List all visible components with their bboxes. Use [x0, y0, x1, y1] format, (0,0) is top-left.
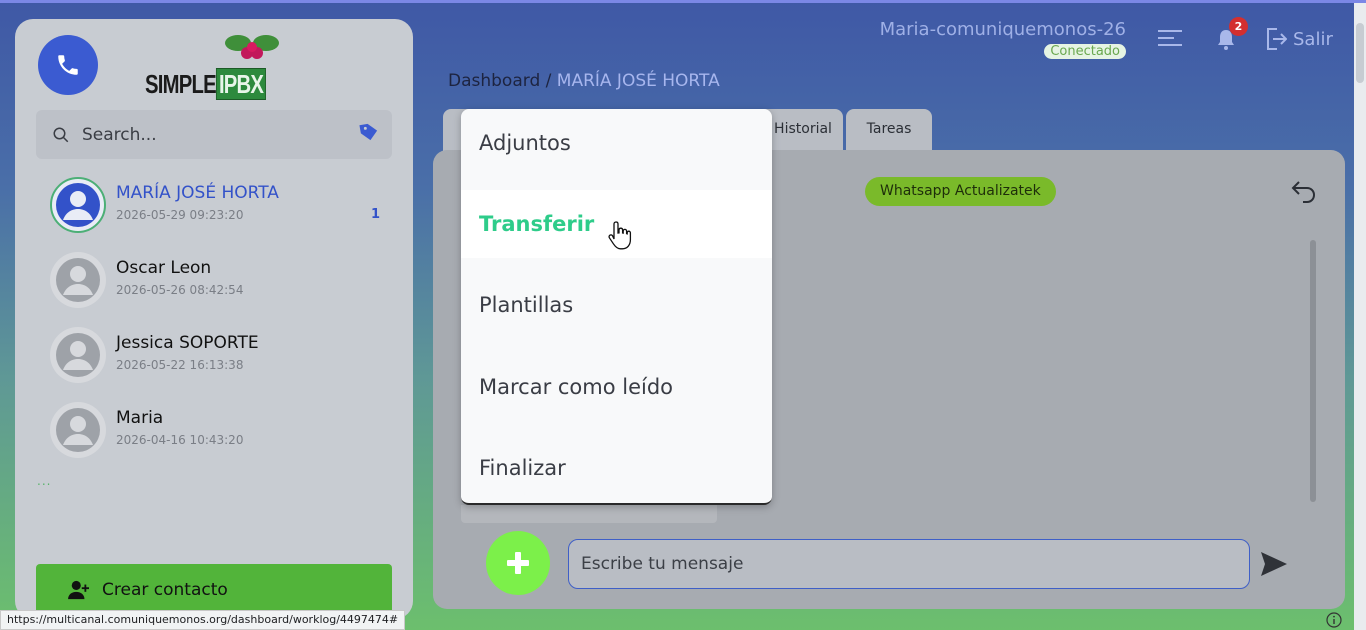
- status-badge: Conectado: [1044, 44, 1126, 59]
- user-avatar-icon: [56, 183, 100, 227]
- user-plus-icon: [68, 580, 89, 600]
- contact-datetime: 2026-05-22 16:13:38: [116, 358, 244, 372]
- user-info: Maria-comuniquemonos-26 Conectado: [880, 19, 1126, 59]
- tab-tareas[interactable]: Tareas: [846, 109, 932, 151]
- raspberry-leaf-icon: [225, 35, 279, 59]
- menu-item-marcar-leido[interactable]: Marcar como leído: [461, 353, 772, 421]
- search-input[interactable]: Search...: [36, 110, 392, 159]
- send-icon[interactable]: [1260, 551, 1288, 577]
- notification-badge: 2: [1229, 17, 1248, 36]
- create-contact-button[interactable]: Crear contacto: [36, 564, 392, 616]
- search-placeholder: Search...: [82, 124, 157, 145]
- contact-name: Oscar Leon: [116, 258, 212, 278]
- user-avatar-icon: [56, 333, 100, 377]
- actions-menu: Adjuntos Transferir Plantillas Marcar co…: [461, 109, 772, 505]
- avatar: [50, 252, 106, 308]
- scrollbar-thumb[interactable]: [1356, 23, 1364, 83]
- menu-item-adjuntos[interactable]: Adjuntos: [461, 109, 772, 177]
- tag-icon[interactable]: [358, 121, 380, 143]
- page-scrollbar[interactable]: [1354, 3, 1366, 630]
- info-icon[interactable]: [1326, 612, 1342, 628]
- user-avatar-icon: [56, 408, 100, 452]
- logo-text: SIMPLE IPBX: [145, 68, 267, 100]
- sidebar: SIMPLE IPBX Search... MARÍA JOSÉ HORTA 20…: [15, 19, 413, 619]
- contact-item[interactable]: Oscar Leon 2026-05-26 08:42:54: [50, 252, 390, 312]
- undo-icon[interactable]: [1290, 178, 1318, 204]
- add-button[interactable]: [486, 531, 550, 595]
- menu-shadow-strip: [461, 505, 717, 523]
- menu-lines-icon[interactable]: [1158, 27, 1182, 49]
- contact-name: MARÍA JOSÉ HORTA: [116, 183, 279, 203]
- message-input[interactable]: Escribe tu mensaje: [568, 539, 1250, 589]
- logout-button[interactable]: Salir: [1265, 27, 1333, 51]
- load-more[interactable]: ...: [37, 474, 51, 488]
- logout-label: Salir: [1293, 28, 1333, 50]
- contact-name: Maria: [116, 408, 164, 428]
- unread-count: 1: [370, 207, 380, 222]
- channel-badge: Whatsapp Actualizatek: [865, 177, 1056, 206]
- avatar: [50, 327, 106, 383]
- contact-name: Jessica SOPORTE: [116, 333, 259, 353]
- plus-icon: [507, 552, 529, 574]
- username: Maria-comuniquemonos-26: [879, 19, 1126, 40]
- hand-cursor-icon: [608, 221, 632, 250]
- phone-button[interactable]: [38, 35, 98, 95]
- logo: SIMPLE IPBX: [145, 33, 285, 100]
- contact-datetime: 2026-05-29 09:23:20: [116, 208, 244, 222]
- search-icon: [53, 127, 69, 142]
- breadcrumb: Dashboard / MARÍA JOSÉ HORTA: [448, 71, 720, 91]
- create-contact-label: Crear contacto: [102, 580, 228, 600]
- contact-datetime: 2026-04-16 10:43:20: [116, 433, 244, 447]
- phone-icon: [58, 55, 78, 75]
- contact-item[interactable]: Maria 2026-04-16 10:43:20: [50, 402, 390, 462]
- contact-datetime: 2026-05-26 08:42:54: [116, 283, 244, 297]
- status-url: https://multicanal.comuniquemonos.org/da…: [0, 610, 406, 630]
- avatar: [50, 402, 106, 458]
- user-avatar-icon: [56, 258, 100, 302]
- menu-item-plantillas[interactable]: Plantillas: [461, 271, 772, 339]
- avatar: [50, 177, 106, 233]
- menu-item-finalizar[interactable]: Finalizar: [461, 434, 772, 502]
- chat-scrollbar[interactable]: [1310, 240, 1316, 502]
- logout-icon: [1267, 28, 1287, 50]
- contact-item[interactable]: MARÍA JOSÉ HORTA 2026-05-29 09:23:20 1: [50, 177, 390, 237]
- breadcrumb-root[interactable]: Dashboard: [448, 71, 540, 91]
- contact-item[interactable]: Jessica SOPORTE 2026-05-22 16:13:38: [50, 327, 390, 387]
- breadcrumb-separator: /: [540, 71, 557, 91]
- top-accent-line: [0, 0, 1366, 3]
- breadcrumb-current: MARÍA JOSÉ HORTA: [556, 71, 720, 91]
